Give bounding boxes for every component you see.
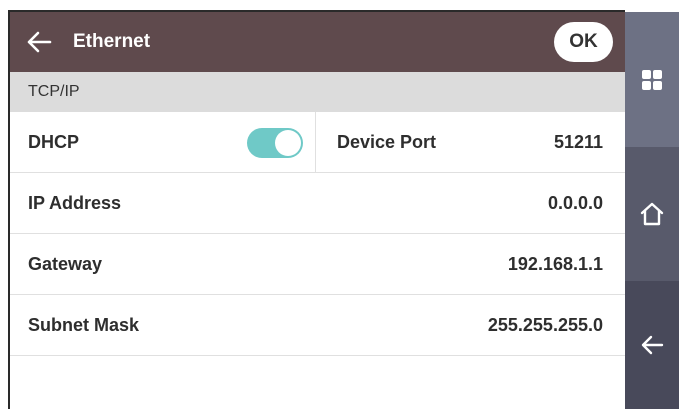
- home-button[interactable]: [625, 147, 679, 281]
- section-header-tcpip: TCP/IP: [10, 72, 625, 112]
- arrow-left-icon: [641, 335, 664, 355]
- home-icon: [640, 202, 664, 226]
- gateway-label: Gateway: [28, 254, 103, 274]
- ip-address-label: IP Address: [28, 193, 122, 213]
- setting-row-dhcp-port: DHCP Device Port 51211: [10, 112, 625, 173]
- toggle-knob: [275, 130, 301, 156]
- header-back-button[interactable]: [24, 27, 54, 57]
- header-bar: Ethernet OK: [10, 12, 625, 72]
- subnet-mask-label: Subnet Mask: [28, 315, 140, 335]
- dhcp-label: DHCP: [28, 132, 80, 152]
- gateway-value: 192.168.1.1: [507, 254, 603, 274]
- page-title: Ethernet: [73, 31, 151, 52]
- dhcp-toggle[interactable]: [247, 128, 303, 158]
- device-port-value[interactable]: 51211: [554, 112, 603, 172]
- apps-button[interactable]: [625, 12, 679, 147]
- ethernet-settings-panel: Ethernet OK TCP/IP DHCP Device Port 5121…: [10, 12, 625, 409]
- apps-grid-icon: [642, 69, 662, 90]
- device-port-label: Device Port: [337, 132, 437, 152]
- ok-button[interactable]: OK: [554, 22, 613, 62]
- nav-back-button[interactable]: [625, 281, 679, 409]
- row-divider: [315, 112, 316, 172]
- arrow-left-icon: [27, 31, 52, 53]
- subnet-mask-value: 255.255.255.0: [487, 315, 603, 335]
- setting-row-ip-address[interactable]: IP Address 0.0.0.0: [10, 173, 625, 234]
- setting-row-gateway[interactable]: Gateway 192.168.1.1: [10, 234, 625, 295]
- screen: Ethernet OK TCP/IP DHCP Device Port 5121…: [0, 0, 679, 409]
- ip-address-value: 0.0.0.0: [547, 193, 603, 213]
- setting-row-subnet-mask[interactable]: Subnet Mask 255.255.255.0: [10, 295, 625, 356]
- navigation-sidebar: [625, 12, 679, 409]
